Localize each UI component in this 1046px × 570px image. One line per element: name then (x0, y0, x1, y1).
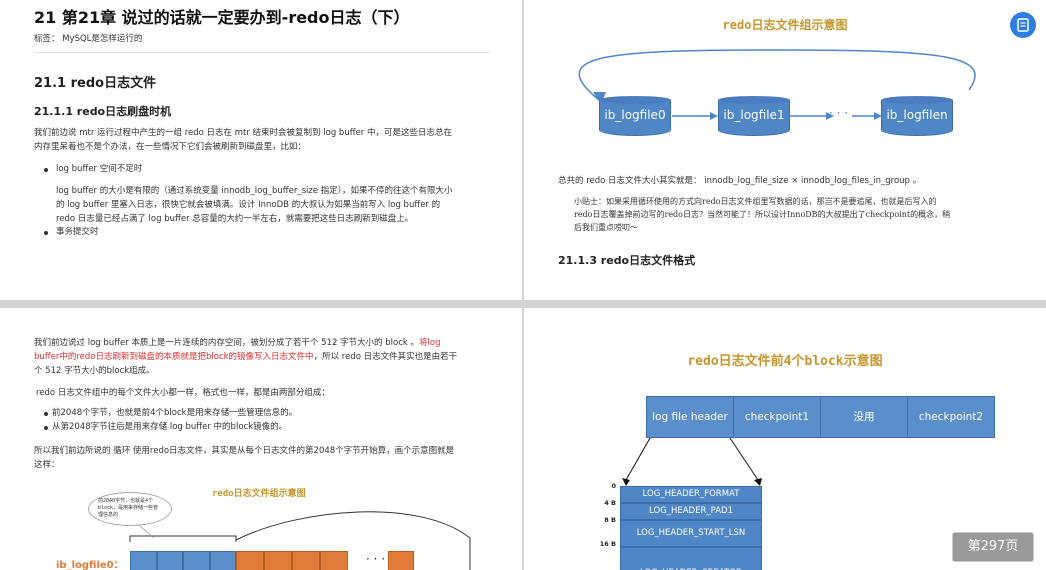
bullet-item: log buffer 空间不足时 (56, 164, 143, 174)
intro-line: 内存里呆着也不是个办法，在一些情况下它们会被刷新到磁盘里，比如： (34, 142, 307, 152)
page-indicator[interactable]: 第297页 (952, 532, 1034, 562)
intro-line: 我们前边说 mtr 运行过程中产生的一组 redo 日志在 mtr 结束时会被复… (34, 128, 452, 138)
tip-box: 小贴士：如果采用循环使用的方式向redo日志文件组里写数据的话，那岂不是要追尾，… (574, 195, 1004, 234)
loop-arrow (578, 49, 976, 120)
file-label: ib_logfile0： (56, 560, 124, 570)
arrow-head (710, 112, 718, 120)
divider (34, 52, 490, 53)
header-field: LOG_HEADER_FORMAT (620, 486, 762, 503)
bullet-dot (44, 231, 48, 235)
data-block (388, 551, 414, 570)
page-2: redo日志文件组示意图 ib_logfile0 ib_logfile1 · ·… (524, 0, 1046, 300)
ellipsis: · · · (366, 552, 386, 566)
logfile-cylinder: ib_logfilen (881, 96, 953, 136)
document-icon (1017, 18, 1029, 32)
floating-app-button[interactable] (1010, 12, 1036, 38)
offset-label: 8 B (604, 516, 616, 524)
detail-paragraph: log buffer 的大小是有限的（通过系统变量 innodb_log_buf… (56, 184, 504, 226)
data-block (292, 551, 320, 570)
tip-line: redo日志覆盖掉前边写的redo日志？当然可能了！所以设计InnoDB的大叔提… (574, 210, 951, 219)
page-3: 我们前边说过 log buffer 本质上是一片连续的内存空间，被划分成了若干个… (0, 308, 522, 570)
detail-line: 的 log buffer 里塞入日志，很快它就会被填满。设计 InnoDB 的大… (56, 200, 441, 210)
header-block (210, 551, 236, 570)
header-field: LOG_HEADER_PAD1 (620, 503, 762, 520)
logfile-label: ib_logfile1 (718, 100, 790, 130)
page-1: 21 第21章 说过的话就一定要办到-redo日志（下） 标签： MySQL是怎… (0, 0, 522, 300)
header-block (157, 551, 183, 570)
formula-line: 总共的 redo 日志文件大小其实就是： innodb_log_file_siz… (558, 176, 922, 186)
tag-line: 标签： MySQL是怎样运行的 (34, 34, 143, 44)
bullet-item: 事务提交时 (56, 227, 99, 237)
bullet-dot (44, 168, 48, 172)
tip-line: 小贴士：如果采用循环使用的方式向redo日志文件组里写数据的话，那岂不是要追尾，… (574, 197, 937, 206)
expand-arrows (622, 437, 762, 486)
subsection-heading: 21.1.3 redo日志文件格式 (558, 254, 696, 267)
intro-paragraph: 我们前边说 mtr 运行过程中产生的一组 redo 日志在 mtr 结束时会被复… (34, 126, 504, 154)
chapter-title: 21 第21章 说过的话就一定要办到-redo日志（下） (34, 8, 410, 27)
logfile-cylinder: ib_logfile1 (718, 96, 790, 136)
subsection-heading: 21.1.1 redo日志刷盘时机 (34, 105, 172, 118)
ellipsis: · · · (829, 106, 849, 120)
offset-label: 4 B (604, 499, 616, 507)
tip-line: 后我们重点唠叨～ (574, 223, 638, 232)
offset-label: 16 B (599, 540, 616, 548)
offset-label: 0 (611, 482, 616, 490)
logfile-label: ib_logfilen (881, 100, 953, 130)
data-block (264, 551, 292, 570)
data-block (320, 551, 348, 570)
diagram-lines (129, 511, 471, 570)
section-heading: 21.1 redo日志文件 (34, 76, 157, 91)
data-block (236, 551, 264, 570)
header-block (183, 551, 210, 570)
header-block (130, 551, 157, 570)
detail-line: redo 日志量已经占满了 log buffer 总容量的大约一半左右，就需要把… (56, 214, 414, 224)
page-4: redo日志文件前4个block示意图 log file header chec… (524, 308, 1046, 570)
logfile-cylinder: ib_logfile0 (599, 96, 671, 136)
logfile-label: ib_logfile0 (599, 100, 671, 130)
header-field: LOG_HEADER_START_LSN (620, 520, 762, 547)
detail-line: log buffer 的大小是有限的（通过系统变量 innodb_log_buf… (56, 186, 453, 196)
header-field: LOG_HEADER_CREATOR (620, 547, 762, 570)
